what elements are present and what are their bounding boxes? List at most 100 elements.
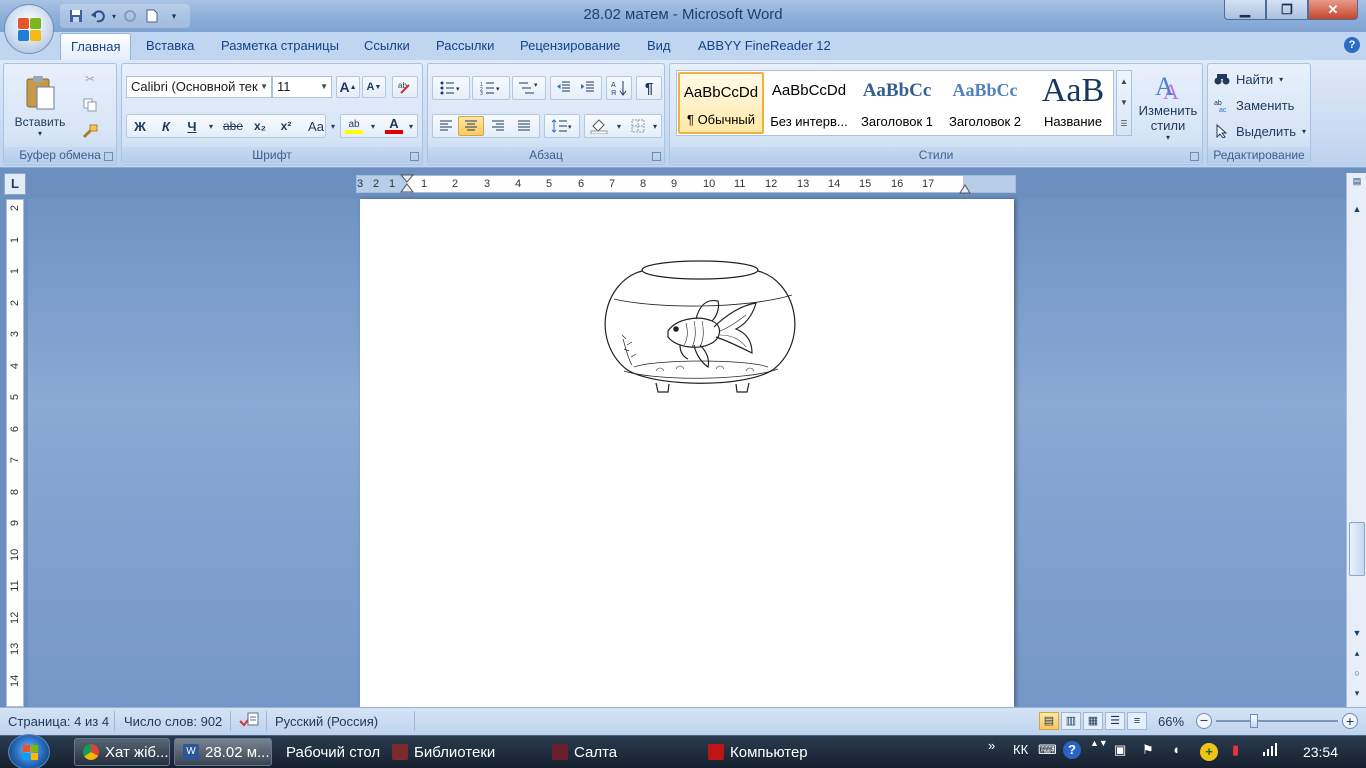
page-count-status[interactable]: Страница: 4 из 4 [8, 714, 109, 729]
bullets-button[interactable]: ▾ [432, 76, 470, 100]
office-button[interactable] [4, 4, 54, 54]
taskbar-salta[interactable]: Салта [544, 738, 625, 766]
document-page[interactable] [360, 199, 1014, 707]
help-tray-icon[interactable]: ? [1063, 741, 1081, 759]
clipboard-launcher-icon[interactable] [104, 152, 113, 161]
tab-selector[interactable]: L [4, 173, 26, 195]
paste-dropdown-icon[interactable]: ▾ [38, 129, 42, 138]
clear-formatting-button[interactable]: ab [392, 76, 418, 98]
underline-dropdown-icon[interactable]: ▾ [206, 116, 216, 136]
grow-font-button[interactable]: A ▲ [336, 76, 360, 98]
close-button[interactable]: ✕ [1308, 0, 1358, 20]
right-indent-marker-icon[interactable] [959, 182, 971, 194]
tab-mailings[interactable]: Рассылки [430, 38, 500, 53]
justify-icon[interactable] [512, 116, 536, 136]
taskbar-word[interactable]: W 28.02 м... [174, 738, 272, 766]
increase-indent-icon[interactable] [576, 81, 600, 96]
change-case-dropdown-icon[interactable]: ▾ [328, 116, 338, 136]
horizontal-ruler[interactable]: 3 2 1 1 2 3 4 5 6 7 8 9 10 11 12 13 14 15 16 17 [356, 174, 1016, 194]
strikethrough-button[interactable]: abe [220, 116, 246, 136]
subscript-button[interactable]: x₂ [248, 116, 272, 136]
font-name-dropdown-icon[interactable]: ▼ [260, 82, 268, 91]
find-button[interactable]: Найти ▾ [1214, 68, 1306, 90]
battery-icon[interactable]: ▮ [1232, 742, 1239, 758]
keyboard-icon[interactable]: ⌨ [1038, 742, 1057, 758]
borders-dropdown-icon[interactable]: ▾ [650, 116, 660, 136]
maximize-button[interactable]: ❐ [1266, 0, 1308, 20]
highlight-dropdown-icon[interactable]: ▾ [368, 116, 378, 136]
scroll-up-icon[interactable]: ▲ [1349, 201, 1365, 217]
input-language[interactable]: КК [1013, 742, 1028, 757]
draft-view-icon[interactable]: ≡ [1127, 712, 1147, 730]
full-screen-reading-icon[interactable]: ▥ [1061, 712, 1081, 730]
sort-button[interactable]: АЯ [606, 76, 632, 100]
italic-button[interactable]: К [154, 116, 178, 136]
decrease-indent-icon[interactable] [552, 81, 576, 96]
show-formatting-marks-button[interactable]: ¶ [636, 76, 662, 100]
zoom-level[interactable]: 66% [1158, 714, 1184, 729]
start-button[interactable] [8, 734, 50, 768]
style-title[interactable]: AaB Название [1030, 72, 1116, 134]
volume-icon[interactable]: ◖ [1172, 742, 1180, 757]
select-browse-object-icon[interactable]: ○ [1349, 665, 1365, 681]
tab-references[interactable]: Ссылки [358, 38, 416, 53]
styles-launcher-icon[interactable] [1190, 152, 1199, 161]
clock[interactable]: 23:54 [1303, 744, 1338, 760]
tab-view[interactable]: Вид [641, 38, 677, 53]
fishbowl-image[interactable] [596, 259, 806, 399]
tab-insert[interactable]: Вставка [140, 38, 200, 53]
borders-icon[interactable] [626, 116, 650, 136]
shrink-font-button[interactable]: A ▼ [362, 76, 386, 98]
select-dropdown-icon[interactable]: ▾ [1302, 127, 1306, 136]
outline-view-icon[interactable]: ☰ [1105, 712, 1125, 730]
show-hidden-icons-icon[interactable]: » [988, 738, 995, 753]
format-painter-icon[interactable] [78, 120, 102, 142]
scroll-down-icon[interactable]: ▼ [1349, 625, 1365, 641]
font-size-combo[interactable]: 11 ▼ [272, 76, 332, 98]
next-page-icon[interactable]: ▾ [1349, 685, 1365, 701]
align-right-icon[interactable] [486, 116, 510, 136]
tray-app-icon[interactable]: ▣ [1114, 742, 1126, 758]
taskbar-libraries[interactable]: Библиотеки [384, 738, 503, 766]
tray-dropdown-icon[interactable]: ▲▼ [1090, 738, 1108, 748]
style-heading-1[interactable]: AaBbCc Заголовок 1 [854, 72, 940, 134]
word-count-status[interactable]: Число слов: 902 [124, 714, 222, 729]
web-layout-icon[interactable]: ▦ [1083, 712, 1103, 730]
font-color-button[interactable]: A [382, 116, 406, 136]
paste-button[interactable]: Вставить ▾ [10, 66, 70, 146]
select-button[interactable]: Выделить ▾ [1214, 120, 1306, 142]
shading-dropdown-icon[interactable]: ▾ [614, 116, 624, 136]
font-color-dropdown-icon[interactable]: ▾ [406, 116, 416, 136]
font-name-combo[interactable]: Calibri (Основной тек ▼ [126, 76, 272, 98]
language-status[interactable]: Русский (Россия) [275, 714, 378, 729]
multilevel-list-button[interactable]: ▾ [512, 76, 546, 100]
find-dropdown-icon[interactable]: ▾ [1279, 75, 1283, 84]
zoom-in-icon[interactable]: + [1342, 713, 1358, 729]
change-styles-button[interactable]: AA Изменить стили ▾ [1136, 66, 1200, 146]
gallery-up-icon[interactable]: ▲ [1117, 71, 1131, 92]
scrollbar-thumb[interactable] [1349, 522, 1365, 576]
style-heading-2[interactable]: AaBbCc Заголовок 2 [942, 72, 1028, 134]
previous-page-icon[interactable]: ▴ [1349, 645, 1365, 661]
line-spacing-button[interactable]: ▾ [544, 114, 580, 138]
spelling-check-icon[interactable] [238, 711, 260, 732]
taskbar-chrome[interactable]: Хат жіб... [74, 738, 170, 766]
tray-plus-icon[interactable]: + [1200, 743, 1218, 761]
replace-button[interactable]: ab ac Заменить [1214, 94, 1306, 116]
indent-marker-icon[interactable] [400, 174, 414, 194]
style-normal[interactable]: AaBbCcDd ¶ Обычный [678, 72, 764, 134]
style-no-spacing[interactable]: AaBbCcDd Без интерв... [766, 72, 852, 134]
shading-icon[interactable] [586, 116, 612, 136]
paragraph-launcher-icon[interactable] [652, 152, 661, 161]
change-case-button[interactable]: Aa [304, 116, 328, 136]
font-launcher-icon[interactable] [410, 152, 419, 161]
font-size-dropdown-icon[interactable]: ▼ [320, 82, 328, 91]
minimize-button[interactable]: ▁ [1224, 0, 1266, 20]
align-left-icon[interactable] [434, 116, 458, 136]
tab-review[interactable]: Рецензирование [514, 38, 626, 53]
view-ruler-icon[interactable]: ▤ [1349, 173, 1365, 189]
help-icon[interactable]: ? [1344, 37, 1360, 53]
tab-home[interactable]: Главная [60, 33, 132, 61]
tab-abbyy[interactable]: ABBYY FineReader 12 [692, 38, 837, 53]
taskbar-computer[interactable]: Компьютер [700, 738, 816, 766]
